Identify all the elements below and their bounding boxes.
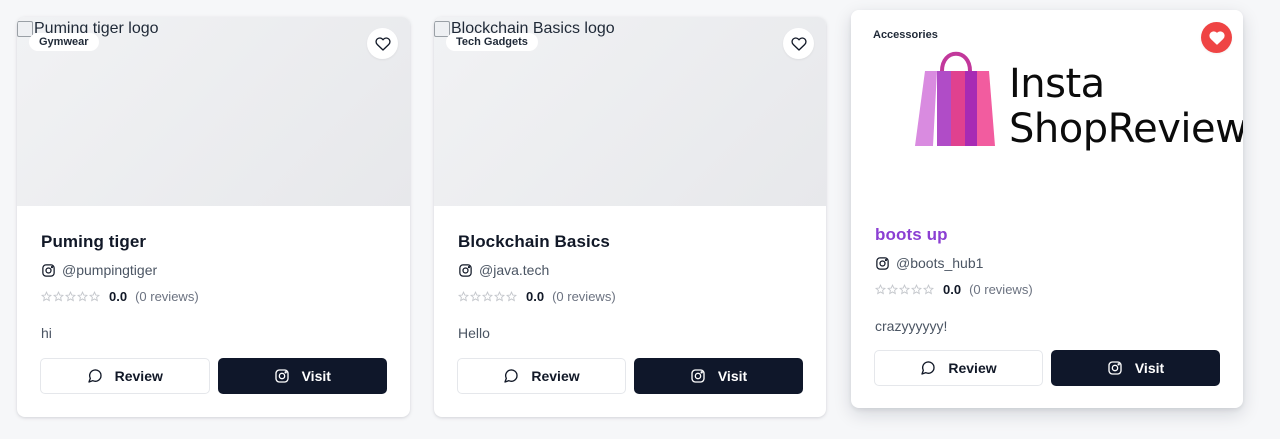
card-title[interactable]: boots up (875, 225, 1220, 245)
star-outline-icon (887, 284, 898, 295)
instagram-icon (1108, 361, 1122, 375)
visit-button[interactable]: Visit (1051, 350, 1220, 386)
review-count: (0 reviews) (135, 289, 199, 304)
rating-score: 0.0 (943, 282, 962, 297)
product-card: Blockchain Basics logo Tech Gadgets Bloc… (434, 17, 826, 417)
visit-button-label: Visit (717, 368, 748, 384)
category-badge: Gymwear (29, 33, 99, 51)
star-rating (875, 284, 934, 295)
product-card: Puming tiger logo Gymwear Puming tiger @… (17, 17, 410, 417)
visit-button[interactable]: Visit (634, 358, 803, 394)
star-outline-icon (65, 291, 76, 302)
heart-icon (790, 36, 807, 51)
heart-icon (374, 36, 391, 51)
card-description: crazyyyyyy! (875, 318, 948, 334)
star-outline-icon (41, 291, 52, 302)
star-outline-icon (506, 291, 517, 302)
message-circle-icon (504, 369, 519, 383)
brand-wordmark: Insta ShopReview (1009, 62, 1243, 152)
category-badge: Accessories (873, 29, 938, 41)
review-count: (0 reviews) (552, 289, 616, 304)
brand-line: ShopReview (1009, 106, 1243, 152)
star-outline-icon (458, 291, 469, 302)
handle-text: @pumpingtiger (62, 262, 158, 278)
handle-text: @java.tech (479, 262, 550, 278)
instagram-icon (691, 369, 705, 383)
star-outline-icon (923, 284, 934, 295)
star-rating (458, 291, 517, 302)
card-image: Blockchain Basics logo Tech Gadgets (434, 17, 826, 206)
broken-image-icon (17, 21, 33, 37)
star-outline-icon (899, 284, 910, 295)
product-card: Accessories Insta ShopReview boots up @b… (851, 10, 1243, 408)
card-image: Accessories Insta ShopReview (851, 10, 1243, 199)
card-description: Hello (458, 325, 490, 341)
visit-button-label: Visit (1134, 360, 1165, 376)
message-circle-icon (87, 369, 102, 383)
category-badge: Tech Gadgets (446, 33, 538, 51)
review-button[interactable]: Review (40, 358, 210, 394)
social-handle[interactable]: @pumpingtiger (41, 262, 387, 278)
star-outline-icon (53, 291, 64, 302)
instagram-icon (459, 263, 472, 277)
review-button[interactable]: Review (457, 358, 626, 394)
handle-text: @boots_hub1 (896, 255, 984, 271)
message-circle-icon (921, 361, 936, 375)
card-image: Puming tiger logo Gymwear (17, 17, 410, 206)
star-rating (41, 291, 100, 302)
review-button-label: Review (531, 368, 580, 384)
card-title: Puming tiger (41, 232, 147, 251)
card-title: Blockchain Basics (458, 232, 610, 251)
star-outline-icon (875, 284, 886, 295)
rating: 0.0 (0 reviews) (458, 289, 803, 304)
rating-score: 0.0 (109, 289, 128, 304)
instagram-icon (876, 256, 889, 270)
brand-line: Insta (1009, 61, 1105, 107)
star-outline-icon (470, 291, 481, 302)
social-handle[interactable]: @java.tech (458, 262, 803, 278)
rating: 0.0 (0 reviews) (875, 282, 1220, 297)
instagram-icon (42, 263, 55, 277)
star-outline-icon (911, 284, 922, 295)
rating-score: 0.0 (526, 289, 545, 304)
visit-button-label: Visit (301, 368, 331, 384)
star-outline-icon (77, 291, 88, 302)
card-description: hi (41, 325, 52, 341)
favorite-button[interactable] (783, 28, 814, 59)
instagram-icon (274, 369, 289, 383)
rating: 0.0 (0 reviews) (41, 289, 387, 304)
review-count: (0 reviews) (969, 282, 1033, 297)
review-button-label: Review (948, 360, 997, 376)
review-button-label: Review (114, 368, 163, 384)
favorite-button[interactable] (367, 28, 398, 59)
star-outline-icon (494, 291, 505, 302)
review-button[interactable]: Review (874, 350, 1043, 386)
star-outline-icon (482, 291, 493, 302)
broken-image-icon (434, 21, 450, 37)
social-handle[interactable]: @boots_hub1 (875, 255, 1220, 271)
visit-button[interactable]: Visit (217, 358, 387, 394)
star-outline-icon (89, 291, 100, 302)
